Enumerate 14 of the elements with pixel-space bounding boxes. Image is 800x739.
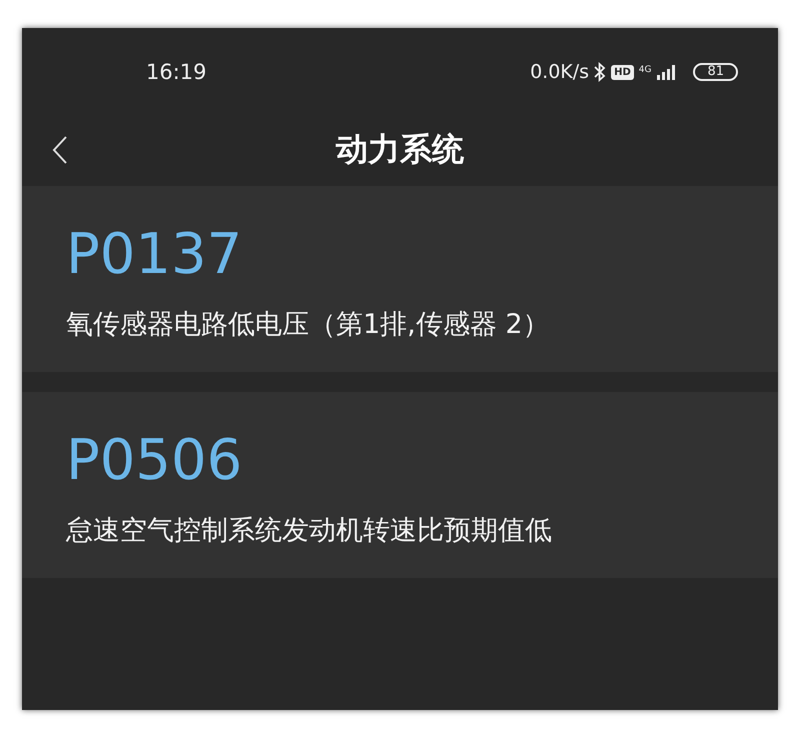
code-card[interactable]: P0137 氧传感器电路低电压（第1排,传感器 2） — [22, 186, 778, 372]
back-icon[interactable] — [52, 135, 68, 165]
network-speed: 0.0K/s — [530, 61, 590, 83]
status-time: 16:19 — [146, 60, 207, 84]
fault-code: P0137 — [66, 222, 242, 288]
bluetooth-icon — [594, 62, 606, 82]
page-title: 动力系统 — [336, 129, 464, 170]
hd-badge: HD — [611, 64, 634, 80]
battery-level: 81 — [693, 63, 738, 81]
fault-description: 怠速空气控制系统发动机转速比预期值低 — [66, 514, 552, 548]
fault-code: P0506 — [66, 428, 242, 494]
fault-description: 氧传感器电路低电压（第1排,传感器 2） — [66, 308, 550, 342]
code-card[interactable]: P0506 怠速空气控制系统发动机转速比预期值低 — [22, 392, 778, 578]
network-type: 4G — [638, 65, 652, 75]
